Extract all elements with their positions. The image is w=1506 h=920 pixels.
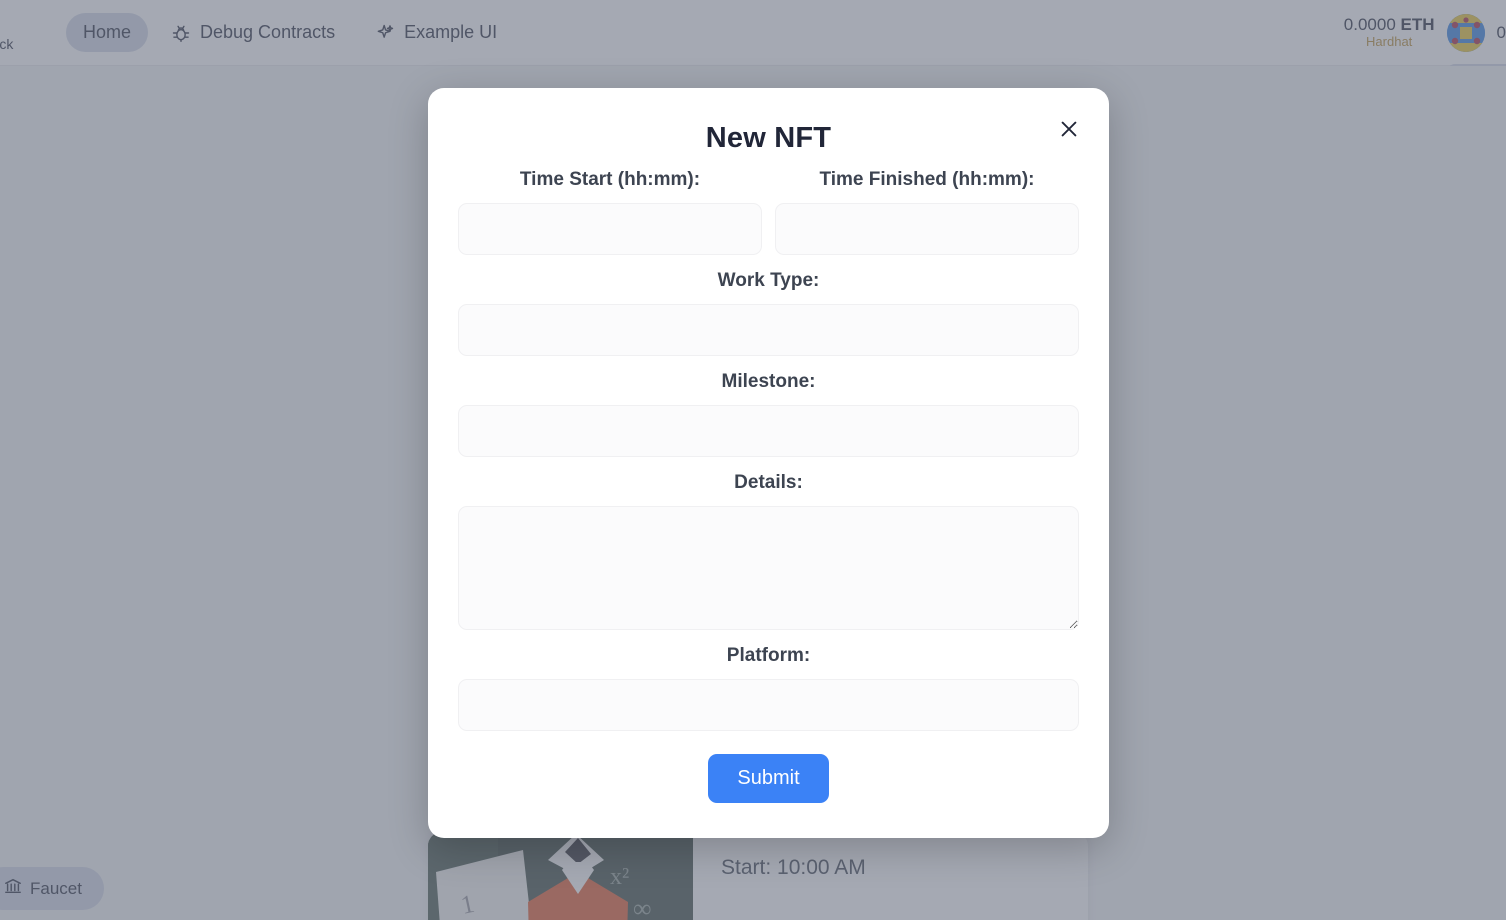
field-time-start: Time Start (hh:mm): xyxy=(458,169,762,255)
time-start-input[interactable] xyxy=(458,203,762,255)
app-root: -eth ev stack Home D xyxy=(0,0,1506,920)
field-time-finished: Time Finished (hh:mm): xyxy=(775,169,1079,255)
label-time-start: Time Start (hh:mm): xyxy=(519,169,701,190)
modal-title: New NFT xyxy=(705,122,832,154)
field-milestone: Milestone: xyxy=(458,371,1079,457)
new-nft-form: Time Start (hh:mm): Time Finished (hh:mm… xyxy=(428,169,1109,803)
submit-row: Submit xyxy=(458,754,1079,803)
field-details: Details: xyxy=(458,472,1079,630)
new-nft-modal: New NFT Time Start (hh:mm): Time Finishe… xyxy=(428,88,1109,838)
details-textarea[interactable] xyxy=(458,506,1079,630)
time-finished-input[interactable] xyxy=(775,203,1079,255)
submit-button[interactable]: Submit xyxy=(708,754,829,803)
label-work-type: Work Type: xyxy=(717,270,820,291)
milestone-input[interactable] xyxy=(458,405,1079,457)
label-details: Details: xyxy=(734,472,803,493)
field-platform: Platform: xyxy=(458,645,1079,731)
work-type-input[interactable] xyxy=(458,304,1079,356)
time-fields-row: Time Start (hh:mm): Time Finished (hh:mm… xyxy=(458,169,1079,270)
close-icon[interactable] xyxy=(1055,115,1083,143)
field-work-type: Work Type: xyxy=(458,270,1079,356)
label-time-finished: Time Finished (hh:mm): xyxy=(819,169,1035,190)
label-milestone: Milestone: xyxy=(721,371,816,392)
platform-input[interactable] xyxy=(458,679,1079,731)
label-platform: Platform: xyxy=(726,645,811,666)
